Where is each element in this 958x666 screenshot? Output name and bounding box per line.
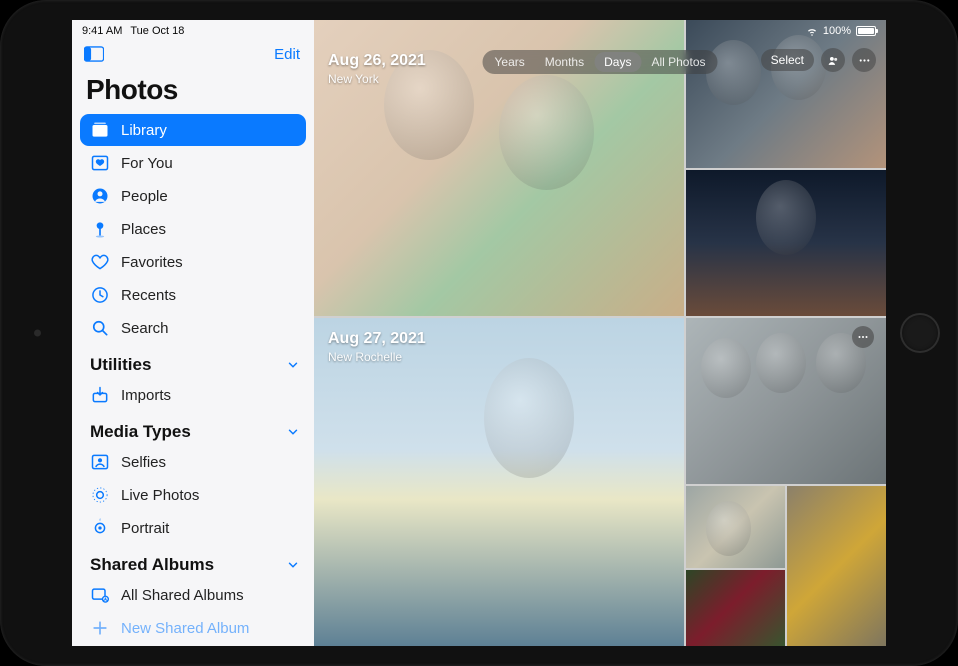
screen: 9:41 AM Tue Oct 18 100% Edit Photos: [72, 20, 886, 646]
live-photos-icon: [90, 485, 110, 505]
photos-app: Edit Photos Library For You: [72, 20, 886, 646]
section-title: Media Types: [90, 422, 191, 442]
sidebar-item-library[interactable]: Library: [80, 114, 306, 146]
photo-thumbnail[interactable]: [686, 486, 785, 568]
home-button[interactable]: [900, 313, 940, 353]
sidebar-item-people[interactable]: People: [80, 180, 306, 212]
section-shared-albums-list: All Shared Albums New Shared Album: [80, 579, 306, 645]
shared-library-button[interactable]: [821, 48, 845, 72]
section-shared-albums[interactable]: Shared Albums: [80, 545, 306, 579]
sidebar-item-search[interactable]: Search: [80, 312, 306, 344]
battery-percent: 100%: [823, 25, 851, 37]
sidebar-item-label: Favorites: [121, 254, 183, 271]
sidebar-item-label: Live Photos: [121, 487, 199, 504]
section-media-types-list: Selfies Live Photos f Portrait: [80, 446, 306, 545]
section-utilities-list: Imports: [80, 379, 306, 412]
sidebar-item-imports[interactable]: Imports: [80, 379, 306, 411]
sidebar-item-label: Recents: [121, 287, 176, 304]
group-location: New Rochelle: [328, 350, 402, 364]
segment-all-photos[interactable]: All Photos: [641, 52, 715, 72]
sidebar-top: Edit: [80, 40, 306, 70]
sidebar-item-label: Selfies: [121, 454, 166, 471]
section-media-types[interactable]: Media Types: [80, 412, 306, 446]
sidebar-item-label: For You: [121, 155, 173, 172]
wifi-icon: [806, 25, 818, 37]
sidebar-title: Photos: [80, 70, 306, 114]
select-button[interactable]: Select: [761, 49, 814, 71]
segment-months[interactable]: Months: [535, 52, 594, 72]
search-icon: [90, 318, 110, 338]
selfies-icon: [90, 452, 110, 472]
photo-thumbnail[interactable]: [686, 170, 886, 316]
bezel-left: [0, 0, 72, 666]
section-title: Utilities: [90, 355, 151, 375]
chevron-down-icon: [286, 358, 300, 372]
sidebar-item-label: New Shared Album: [121, 620, 249, 637]
sidebar-item-all-shared-albums[interactable]: All Shared Albums: [80, 579, 306, 611]
people-icon: [90, 186, 110, 206]
status-time: 9:41 AM: [82, 25, 122, 37]
toolbar-right: Select: [761, 48, 876, 72]
group-location: New York: [328, 72, 379, 86]
recents-icon: [90, 285, 110, 305]
favorites-icon: [90, 252, 110, 272]
status-bar: 9:41 AM Tue Oct 18 100%: [72, 20, 886, 42]
sidebar-item-for-you[interactable]: For You: [80, 147, 306, 179]
for-you-icon: [90, 153, 110, 173]
library-grid: Aug 26, 2021 New York Aug 27, 2021 New: [314, 20, 886, 646]
photo-thumbnail[interactable]: [686, 570, 785, 646]
sidebar-item-label: Library: [121, 122, 167, 139]
sidebar-item-label: All Shared Albums: [121, 587, 244, 604]
sidebar-toggle-icon[interactable]: [84, 44, 104, 64]
segment-days[interactable]: Days: [594, 52, 641, 72]
edit-button[interactable]: Edit: [274, 46, 300, 63]
group-date: Aug 26, 2021: [328, 52, 426, 70]
sidebar-item-favorites[interactable]: Favorites: [80, 246, 306, 278]
new-shared-icon: [90, 618, 110, 638]
sidebar-item-places[interactable]: Places: [80, 213, 306, 245]
more-button[interactable]: [852, 48, 876, 72]
status-bar-right: 100%: [806, 25, 876, 37]
chevron-down-icon: [286, 425, 300, 439]
photo-thumbnail[interactable]: [686, 20, 886, 168]
sidebar-item-label: Portrait: [121, 520, 169, 537]
svg-text:f: f: [99, 518, 101, 522]
sidebar-item-label: People: [121, 188, 168, 205]
photo-thumbnail[interactable]: [314, 318, 684, 646]
library-icon: [90, 120, 110, 140]
front-camera: [34, 330, 41, 337]
places-icon: [90, 219, 110, 239]
sidebar-item-label: Places: [121, 221, 166, 238]
view-segmented-control: Years Months Days All Photos: [483, 50, 718, 74]
sidebar-item-label: Search: [121, 320, 169, 337]
status-date: Tue Oct 18: [130, 25, 184, 37]
sidebar-item-portrait[interactable]: f Portrait: [80, 512, 306, 544]
photo-thumbnail[interactable]: [787, 486, 886, 646]
segment-years[interactable]: Years: [485, 52, 535, 72]
section-title: Shared Albums: [90, 555, 214, 575]
sidebar-item-selfies[interactable]: Selfies: [80, 446, 306, 478]
group-date: Aug 27, 2021: [328, 330, 426, 348]
status-bar-left: 9:41 AM Tue Oct 18: [82, 25, 184, 37]
chevron-down-icon: [286, 558, 300, 572]
shared-albums-icon: [90, 585, 110, 605]
more-options-button[interactable]: [852, 326, 874, 348]
portrait-icon: f: [90, 518, 110, 538]
section-utilities[interactable]: Utilities: [80, 345, 306, 379]
sidebar-item-live-photos[interactable]: Live Photos: [80, 479, 306, 511]
ipad-frame: 9:41 AM Tue Oct 18 100% Edit Photos: [0, 0, 958, 666]
sidebar-item-new-shared-album[interactable]: New Shared Album: [80, 612, 306, 644]
sidebar-item-recents[interactable]: Recents: [80, 279, 306, 311]
sidebar: Edit Photos Library For You: [72, 20, 314, 646]
sidebar-item-label: Imports: [121, 387, 171, 404]
sidebar-nav: Library For You People: [80, 114, 306, 345]
bezel-right: [886, 0, 958, 666]
battery-icon: [856, 26, 876, 36]
imports-icon: [90, 385, 110, 405]
